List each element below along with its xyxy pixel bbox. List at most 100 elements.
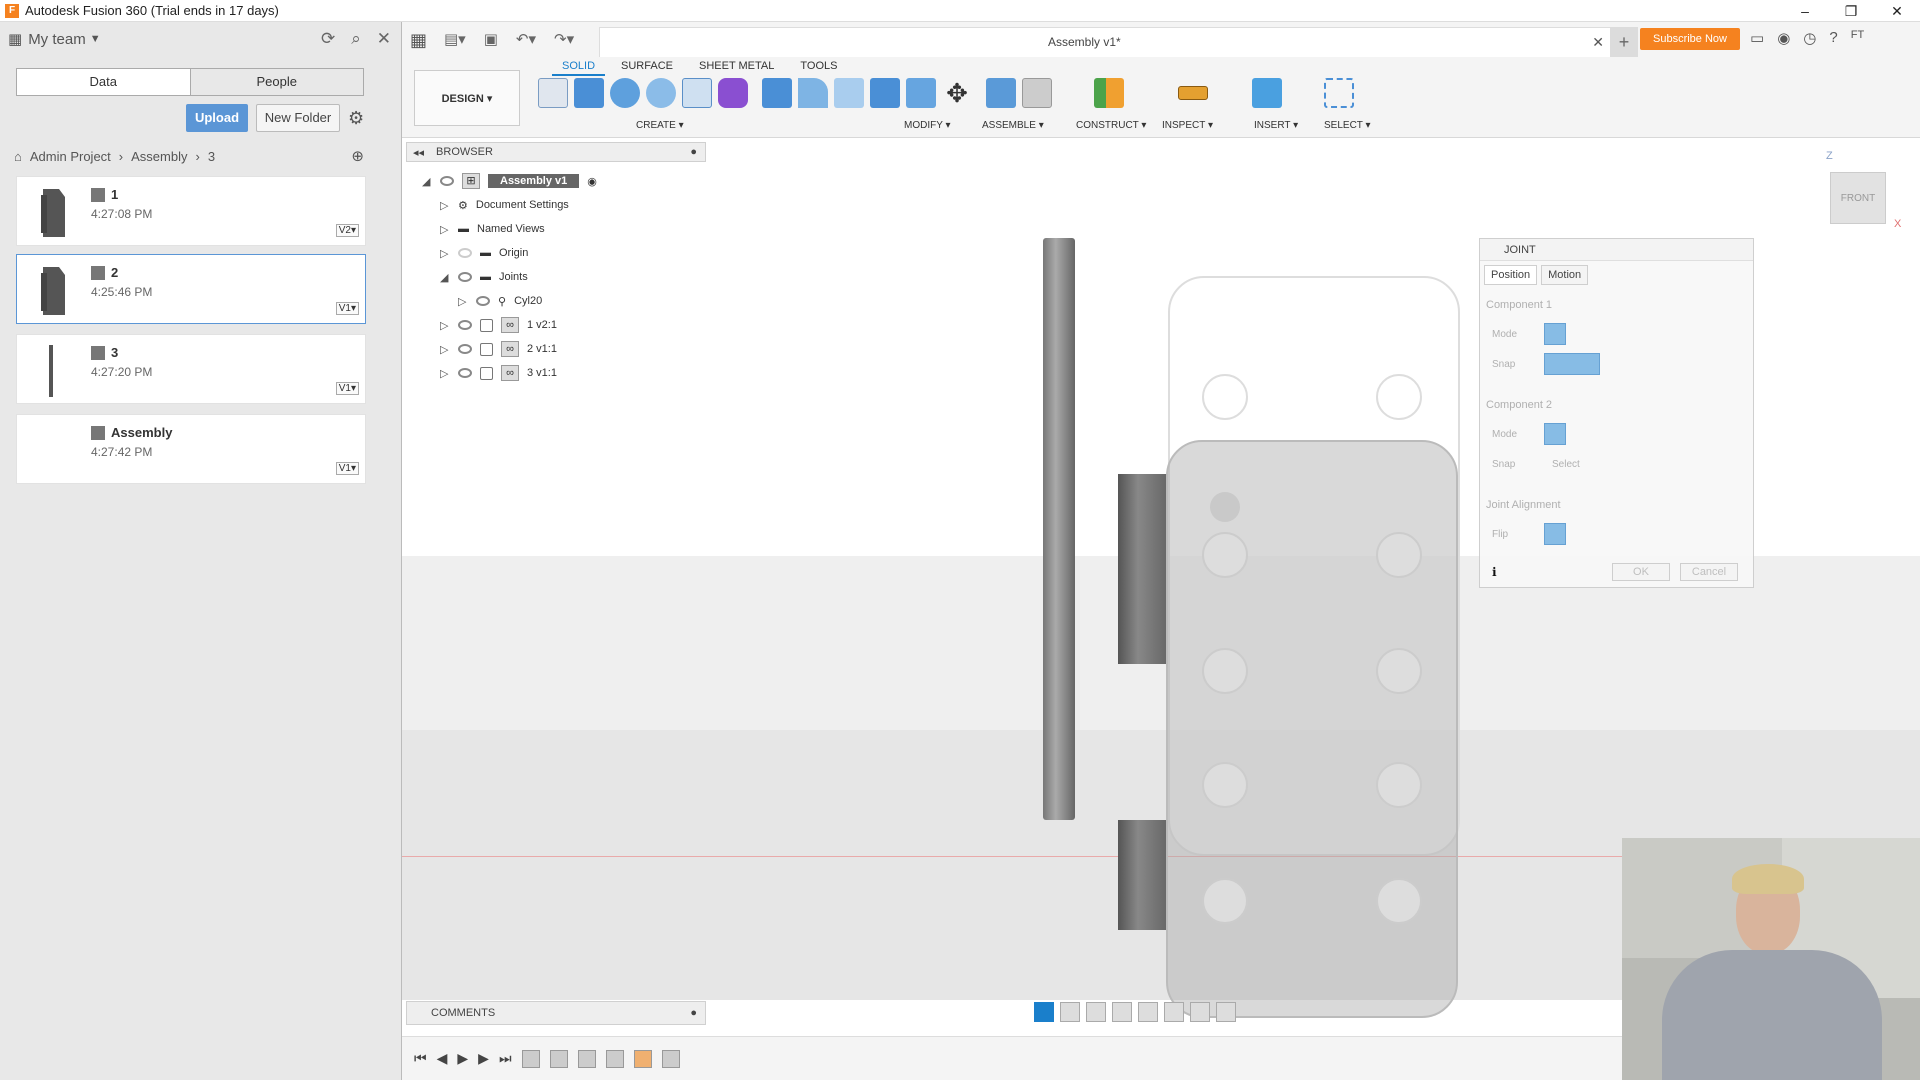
workspace-selector[interactable]: DESIGN ▾ xyxy=(414,70,520,126)
tab-tools[interactable]: TOOLS xyxy=(790,58,847,76)
select-checkbox[interactable] xyxy=(480,318,493,332)
upload-button[interactable]: Upload xyxy=(186,104,248,132)
component2-section[interactable]: Component 2 xyxy=(1486,399,1552,411)
close-window-button[interactable]: ✕ xyxy=(1874,0,1920,22)
hinge-leaf-front[interactable] xyxy=(1166,440,1458,1018)
expand-triangle-icon[interactable]: ▷ xyxy=(440,367,450,380)
go-to-end-icon[interactable]: ⏭ xyxy=(499,1050,512,1067)
tab-people[interactable]: People xyxy=(190,69,363,95)
clock-icon[interactable]: ◷ xyxy=(1803,29,1816,47)
redo-icon[interactable]: ↷▾ xyxy=(554,30,574,48)
undo-icon[interactable]: ↶▾ xyxy=(516,30,536,48)
pattern-icon[interactable] xyxy=(682,78,712,108)
version-badge[interactable]: V1▾ xyxy=(335,382,359,395)
browser-item[interactable]: ▷ ⚲ Cyl20 xyxy=(458,292,542,310)
visibility-eye-icon[interactable] xyxy=(458,344,472,354)
timeline-feature[interactable] xyxy=(633,1049,652,1068)
tab-surface[interactable]: SURFACE xyxy=(611,58,683,76)
look-at-icon[interactable] xyxy=(1060,1002,1080,1022)
file-item[interactable]: 2 4:25:46 PM V1▾ xyxy=(16,254,366,324)
visibility-eye-icon[interactable] xyxy=(476,296,490,306)
snap-select-button[interactable]: Select xyxy=(1552,459,1580,470)
viewports-icon[interactable] xyxy=(1216,1002,1236,1022)
play-icon[interactable]: ▶ xyxy=(457,1050,468,1067)
cancel-button[interactable]: Cancel xyxy=(1680,563,1738,581)
assemble-menu[interactable]: ASSEMBLE ▾ xyxy=(982,120,1044,131)
close-tab-icon[interactable]: ✕ xyxy=(1592,34,1604,51)
select-checkbox[interactable] xyxy=(480,342,493,356)
search-icon[interactable]: ⌕ xyxy=(351,29,361,49)
grid-settings-icon[interactable] xyxy=(1190,1002,1210,1022)
create-sketch-icon[interactable] xyxy=(538,78,568,108)
new-tab-button[interactable]: + xyxy=(1610,27,1638,57)
expand-triangle-icon[interactable]: ▷ xyxy=(440,319,450,332)
expand-triangle-icon[interactable]: ▷ xyxy=(440,223,450,236)
activate-radio-icon[interactable]: ◉ xyxy=(587,175,597,188)
mode-simple-icon[interactable] xyxy=(1544,323,1566,345)
offset-plane-icon[interactable] xyxy=(1094,78,1124,108)
browser-item[interactable]: ▷ ▬ Named Views xyxy=(440,220,545,238)
save-icon[interactable]: ▣ xyxy=(484,30,498,48)
version-badge[interactable]: V1▾ xyxy=(335,302,359,315)
form-icon[interactable] xyxy=(718,78,748,108)
tab-solid[interactable]: SOLID xyxy=(552,58,606,76)
inspect-menu[interactable]: INSPECT ▾ xyxy=(1162,120,1213,131)
maximize-button[interactable]: ❐ xyxy=(1828,0,1874,22)
new-folder-button[interactable]: New Folder xyxy=(256,104,340,132)
snap-select-button[interactable] xyxy=(1544,353,1600,375)
breadcrumb-item[interactable]: Assembly xyxy=(131,149,187,164)
minimize-button[interactable]: – xyxy=(1782,0,1828,22)
component1-section[interactable]: Component 1 xyxy=(1486,299,1552,311)
modify-menu[interactable]: MODIFY ▾ xyxy=(904,120,951,131)
collapse-triangle-icon[interactable]: ◢ xyxy=(440,271,450,284)
home-icon[interactable]: ⌂ xyxy=(14,149,22,164)
browser-item[interactable]: ▷ ∞ 3 v1:1 xyxy=(440,364,557,382)
hinge-knuckle-top[interactable] xyxy=(1118,474,1168,664)
browser-item[interactable]: ▷ ⚙ Document Settings xyxy=(440,196,569,214)
breadcrumb-item[interactable]: Admin Project xyxy=(30,149,111,164)
tab-sheet-metal[interactable]: SHEET METAL xyxy=(689,58,784,76)
create-menu[interactable]: CREATE ▾ xyxy=(636,120,684,131)
orbit-icon[interactable] xyxy=(1034,1002,1054,1022)
pin-icon[interactable]: ● xyxy=(690,146,697,158)
file-item[interactable]: 1 4:27:08 PM V2▾ xyxy=(16,176,366,246)
chevron-down-icon[interactable]: ▼ xyxy=(90,33,101,45)
browser-item[interactable]: ◢ ▬ Joints xyxy=(440,268,528,286)
globe-icon[interactable]: ⊕ xyxy=(351,147,364,165)
insert-menu[interactable]: INSERT ▾ xyxy=(1254,120,1298,131)
collapse-browser-icon[interactable]: ◂◂ xyxy=(413,146,424,159)
visibility-eye-icon[interactable] xyxy=(458,320,472,330)
hinge-pin[interactable] xyxy=(1043,238,1075,820)
file-item[interactable]: 3 4:27:20 PM V1▾ xyxy=(16,334,366,404)
press-pull-icon[interactable] xyxy=(762,78,792,108)
help-icon[interactable]: ? xyxy=(1829,29,1837,47)
file-menu-icon[interactable]: ▤▾ xyxy=(444,30,466,48)
combine-icon[interactable] xyxy=(870,78,900,108)
construct-menu[interactable]: CONSTRUCT ▾ xyxy=(1076,120,1146,131)
job-status-icon[interactable]: ◉ xyxy=(1777,29,1790,47)
browser-item[interactable]: ▷ ∞ 1 v2:1 xyxy=(440,316,557,334)
hinge-knuckle-bottom[interactable] xyxy=(1118,820,1168,930)
select-checkbox[interactable] xyxy=(480,366,493,380)
team-grid-icon[interactable]: ▦ xyxy=(8,30,22,48)
timeline-feature[interactable] xyxy=(605,1049,624,1068)
display-settings-icon[interactable] xyxy=(1164,1002,1184,1022)
select-window-icon[interactable] xyxy=(1324,78,1354,108)
joint-alignment-section[interactable]: Joint Alignment xyxy=(1486,499,1561,511)
notifications-icon[interactable]: ▭ xyxy=(1750,29,1764,47)
gear-icon[interactable]: ⚙ xyxy=(348,108,364,129)
fit-icon[interactable] xyxy=(1138,1002,1158,1022)
visibility-eye-icon[interactable] xyxy=(458,272,472,282)
document-tab[interactable]: Assembly v1* ✕ xyxy=(599,27,1611,57)
go-to-start-icon[interactable]: ⏮ xyxy=(414,1050,427,1067)
ok-button[interactable]: OK xyxy=(1612,563,1670,581)
view-cube[interactable]: FRONT xyxy=(1830,172,1886,224)
timeline-feature[interactable] xyxy=(549,1049,568,1068)
info-icon[interactable]: ℹ xyxy=(1492,565,1497,579)
browser-root[interactable]: ◢ ⊞ Assembly v1 ◉ xyxy=(422,172,597,190)
add-comment-icon[interactable]: ● xyxy=(690,1007,697,1019)
collapse-triangle-icon[interactable]: ◢ xyxy=(422,175,432,188)
timeline-feature[interactable] xyxy=(577,1049,596,1068)
move-icon[interactable]: ✥ xyxy=(942,78,972,108)
version-badge[interactable]: V2▾ xyxy=(335,224,359,237)
